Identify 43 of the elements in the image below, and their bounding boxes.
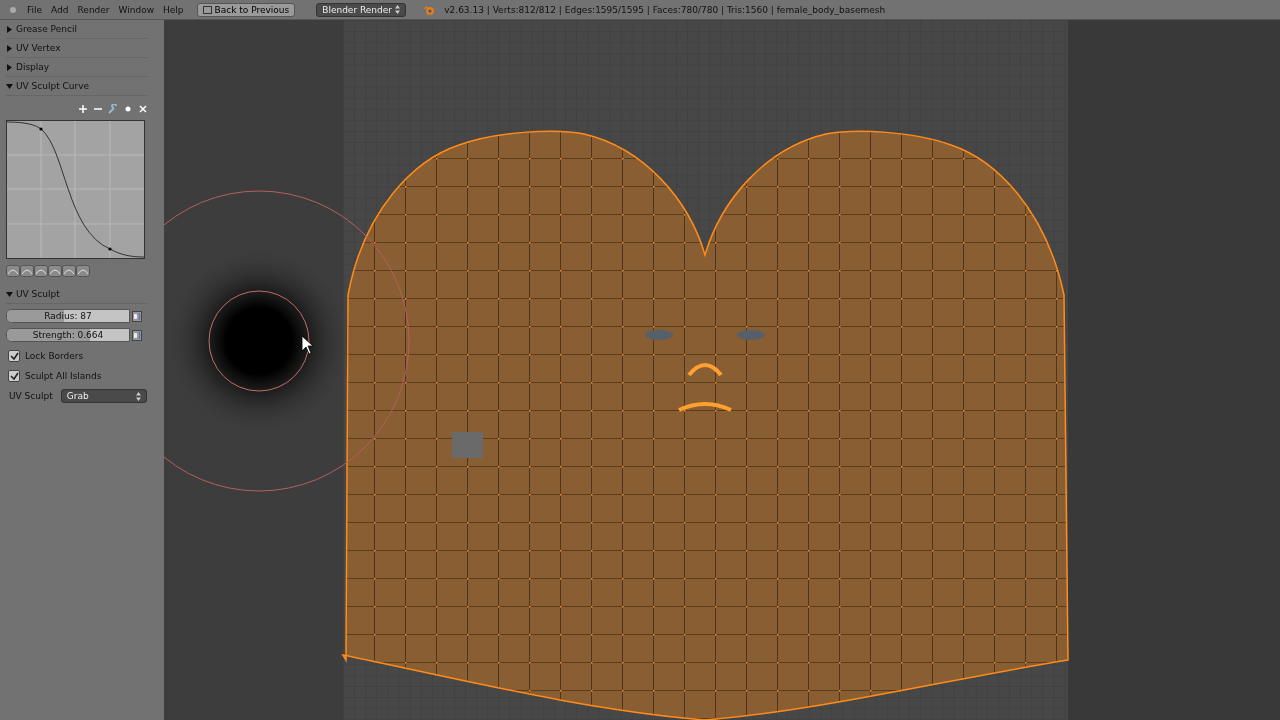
pressure-icon[interactable] <box>132 310 142 322</box>
disclosure-triangle-icon <box>6 44 13 52</box>
falloff-curve-drawing[interactable] <box>6 120 145 259</box>
menu-item[interactable]: File <box>27 4 43 15</box>
dot-icon[interactable] <box>123 104 133 114</box>
mouse-cursor-icon <box>301 335 314 355</box>
checkbox[interactable] <box>8 370 20 382</box>
menu-item[interactable]: Window <box>118 4 155 15</box>
tool-label: UV Sculpt <box>9 391 53 401</box>
checkbox[interactable] <box>8 350 20 362</box>
curve-preset-icon[interactable] <box>76 265 90 277</box>
close-icon[interactable] <box>138 104 148 114</box>
panel-header[interactable]: UV Vertex <box>6 39 148 58</box>
panel-header[interactable]: UV Sculpt <box>6 285 148 304</box>
pressure-icon[interactable] <box>132 329 142 341</box>
menu-item[interactable]: Add <box>51 4 69 15</box>
curve-preset-icon[interactable] <box>62 265 76 277</box>
curve-preset-icon[interactable] <box>48 265 62 277</box>
updown-arrows-icon <box>135 391 141 401</box>
panel-header[interactable]: Grease Pencil <box>6 20 148 39</box>
screen-icon <box>202 5 212 14</box>
value-slider[interactable]: Strength: 0.664 <box>6 328 130 342</box>
curve-preset-icon[interactable] <box>6 265 20 277</box>
checkbox-label: Sculpt All Islands <box>25 371 102 381</box>
disclosure-triangle-icon <box>6 63 13 71</box>
value-slider[interactable]: Radius: 87 <box>6 309 130 323</box>
panel-header[interactable]: Display <box>6 58 148 77</box>
tool-dropdown[interactable]: Grab <box>60 389 147 403</box>
disclosure-triangle-icon <box>6 290 13 298</box>
scene-statistics: v2.63.13 | Verts:812/812 | Edges:1595/1595 | Faces:780/780 | Tris:1560 | female_body_basemesh <box>444 4 886 15</box>
updown-arrows-icon <box>395 5 401 14</box>
back-to-previous-button[interactable]: Back to Previous <box>196 2 296 17</box>
render-engine-dropdown[interactable]: Blender Render <box>316 2 407 17</box>
curve-preset-icon[interactable] <box>34 265 48 277</box>
panel-header[interactable]: UV Sculpt Curve <box>6 77 148 96</box>
blender-logo-icon <box>423 3 436 16</box>
disclosure-triangle-icon <box>6 25 13 33</box>
disclosure-triangle-icon <box>6 82 13 90</box>
checkbox-label: Lock Borders <box>25 351 84 361</box>
add-icon[interactable] <box>78 104 88 114</box>
menu-item[interactable]: Help <box>163 4 184 15</box>
curve-preset-icon[interactable] <box>20 265 34 277</box>
menu-item[interactable]: Render <box>77 4 110 15</box>
